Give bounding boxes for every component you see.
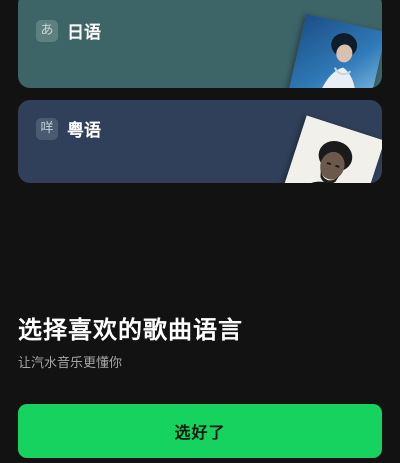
card-header: 咩 粤语 <box>36 116 101 141</box>
language-picker-screen: あ 日语 咩 粤语 选择喜欢的歌曲语言 让汽水音乐更懂你 选好了 <box>0 0 400 463</box>
album-cover-art <box>287 13 382 88</box>
album-cover-image <box>287 13 382 88</box>
language-card-japanese[interactable]: あ 日语 <box>18 0 382 88</box>
language-card-cantonese[interactable]: 咩 粤语 <box>18 100 382 183</box>
album-cover-image <box>281 115 382 183</box>
page-subtitle: 让汽水音乐更懂你 <box>18 356 123 371</box>
hiragana-a-icon: あ <box>36 19 58 42</box>
language-label: 粤语 <box>67 121 101 141</box>
album-cover-art <box>281 115 382 183</box>
card-header: あ 日语 <box>36 18 101 43</box>
page-title: 选择喜欢的歌曲语言 <box>18 316 243 344</box>
confirm-button[interactable]: 选好了 <box>18 404 382 458</box>
cantonese-char-icon: 咩 <box>36 117 58 140</box>
language-label: 日语 <box>67 23 101 43</box>
